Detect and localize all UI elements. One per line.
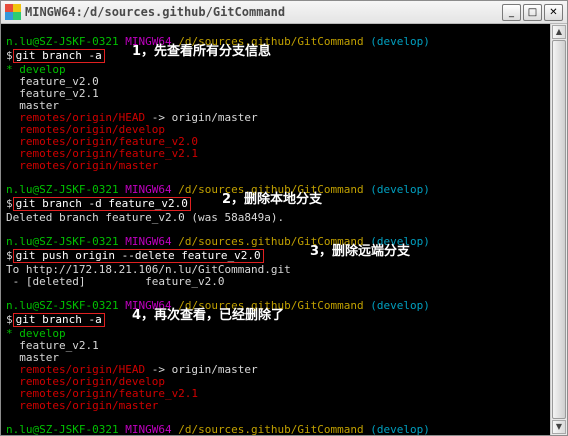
- output-line: * develop: [6, 328, 66, 340]
- git-bash-icon: [5, 4, 21, 20]
- output-line: To http://172.18.21.106/n.lu/GitCommand.…: [6, 264, 291, 276]
- close-button[interactable]: ✕: [544, 4, 563, 21]
- output-line: remotes/origin/feature_v2.1: [6, 388, 199, 400]
- prompt-line: n.lu@SZ-JSKF-0321 MINGW64 /d/sources.git…: [6, 236, 430, 248]
- output-line: remotes/origin/master: [6, 400, 159, 412]
- minimize-button[interactable]: _: [502, 4, 521, 21]
- vertical-scrollbar[interactable]: ▲ ▼: [550, 24, 567, 435]
- output-line: remotes/origin/master: [6, 160, 159, 172]
- output-line: remotes/origin/HEAD -> origin/master: [6, 364, 258, 376]
- annotation-note: 4，再次查看，已经删除了: [132, 308, 285, 323]
- output-line: master: [6, 352, 59, 364]
- output-line: * develop: [6, 64, 66, 76]
- highlighted-command: git branch -d feature_v2.0: [12, 197, 191, 211]
- highlighted-command: git push origin --delete feature_v2.0: [12, 249, 264, 263]
- window-title: MINGW64:/d/sources.github/GitCommand: [25, 5, 286, 19]
- terminal-output[interactable]: n.lu@SZ-JSKF-0321 MINGW64 /d/sources.git…: [1, 24, 551, 435]
- highlighted-command: git branch -a: [12, 49, 105, 63]
- scroll-up-arrow-icon[interactable]: ▲: [552, 25, 566, 39]
- command-line-4: $ git branch -a 4，再次查看，已经删除了: [6, 308, 285, 327]
- prompt-line: n.lu@SZ-JSKF-0321 MINGW64 /d/sources.git…: [6, 36, 430, 48]
- output-line: feature_v2.1: [6, 340, 99, 352]
- scrollbar-thumb[interactable]: [552, 40, 566, 419]
- output-line: feature_v2.1: [6, 88, 99, 100]
- output-line: remotes/origin/feature_v2.0: [6, 136, 199, 148]
- output-line: remotes/origin/develop: [6, 124, 165, 136]
- title-bar[interactable]: MINGW64:/d/sources.github/GitCommand _ □…: [1, 1, 567, 24]
- annotation-note: 2，删除本地分支: [222, 192, 323, 207]
- output-line: - [deleted] feature_v2.0: [6, 276, 225, 288]
- output-block-1: * develop feature_v2.0 feature_v2.1 mast…: [6, 64, 551, 172]
- output-line: remotes/origin/develop: [6, 376, 165, 388]
- output-line: Deleted branch feature_v2.0 (was 58a849a…: [6, 212, 285, 224]
- terminal-window: MINGW64:/d/sources.github/GitCommand _ □…: [0, 0, 568, 436]
- prompt-line: n.lu@SZ-JSKF-0321 MINGW64 /d/sources.git…: [6, 424, 430, 436]
- highlighted-command: git branch -a: [12, 313, 105, 327]
- output-line: remotes/origin/feature_v2.1: [6, 148, 199, 160]
- output-block-4: * develop feature_v2.1 master remotes/or…: [6, 328, 551, 412]
- scroll-down-arrow-icon[interactable]: ▼: [552, 420, 566, 434]
- annotation-note: 3，删除远端分支: [310, 244, 411, 259]
- output-line: master: [6, 100, 59, 112]
- output-line: remotes/origin/HEAD -> origin/master: [6, 112, 258, 124]
- command-line-3: $ git push origin --delete feature_v2.0 3，…: [6, 244, 411, 263]
- maximize-button[interactable]: □: [523, 4, 542, 21]
- command-line-2: $ git branch -d feature_v2.0 2，删除本地分支: [6, 192, 323, 211]
- window-controls: _ □ ✕: [502, 4, 563, 21]
- output-line: feature_v2.0: [6, 76, 99, 88]
- annotation-note: 1，先查看所有分支信息: [132, 44, 272, 59]
- command-line-1: $ git branch -a 1，先查看所有分支信息: [6, 44, 272, 63]
